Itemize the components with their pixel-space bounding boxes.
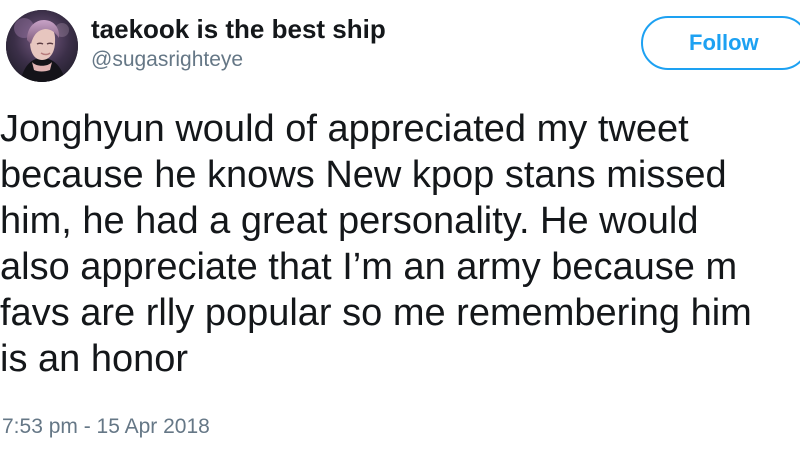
tweet-text-line: because he knows New kpop stans missed bbox=[0, 154, 727, 196]
tweet-text-line: is an honor bbox=[0, 338, 189, 380]
follow-button[interactable]: Follow bbox=[641, 16, 800, 70]
tweet-text-line: also appreciate that I’m an army because… bbox=[0, 246, 738, 288]
profile-photo-icon bbox=[6, 10, 78, 82]
tweet-text-line: favs are rlly popular so me remembering … bbox=[0, 292, 752, 334]
tweet-text: Jonghyun would of appreciated my tweet b… bbox=[0, 106, 800, 382]
user-handle[interactable]: @sugasrighteye bbox=[91, 47, 243, 73]
display-name[interactable]: taekook is the best ship bbox=[91, 13, 386, 45]
tweet-card: taekook is the best ship @sugasrighteye … bbox=[0, 0, 800, 450]
avatar[interactable] bbox=[6, 10, 78, 82]
tweet-text-line: him, he had a great personality. He woul… bbox=[0, 200, 699, 242]
tweet-timestamp[interactable]: 7:53 pm - 15 Apr 2018 bbox=[2, 414, 210, 440]
tweet-text-line: Jonghyun would of appreciated my tweet bbox=[0, 108, 689, 150]
